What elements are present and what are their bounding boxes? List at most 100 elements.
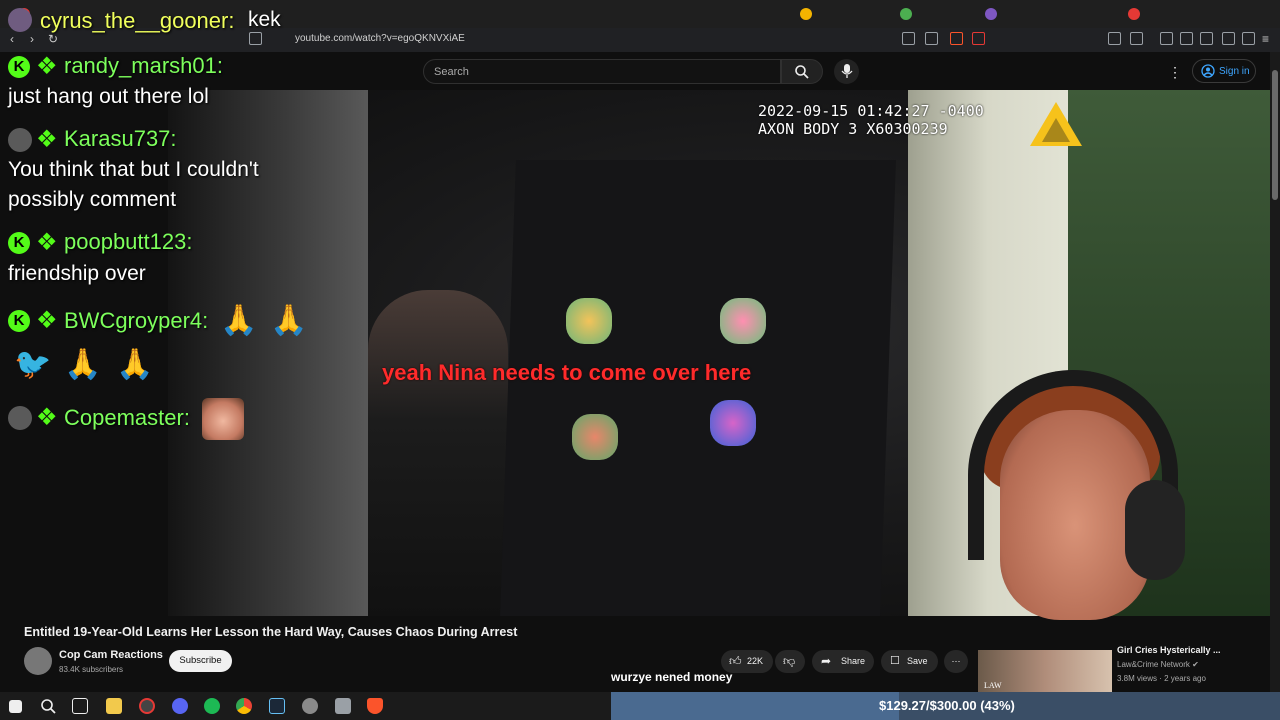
address-bar: ‹ › ↻ youtube.com/watch?v=egoQKNVXiAE ≡ xyxy=(0,28,1280,52)
donation-goal-fill xyxy=(611,692,899,720)
search-taskbar-icon[interactable] xyxy=(40,698,56,714)
bookmark-icon[interactable] xyxy=(249,32,262,45)
chat-message: possibly comment xyxy=(8,188,177,211)
brave-shields-icon[interactable] xyxy=(950,32,963,45)
user-icon xyxy=(1201,64,1215,78)
video-frame-wall xyxy=(168,90,368,616)
overlay-emote xyxy=(710,400,756,446)
donation-goal-text: $129.27/$300.00 (43%) xyxy=(879,698,1015,713)
video-title: Entitled 19-Year-Old Learns Her Lesson t… xyxy=(24,625,518,639)
search-button[interactable] xyxy=(781,59,823,84)
menu-icon[interactable]: ≡ xyxy=(1262,32,1269,46)
voice-search-button[interactable] xyxy=(834,59,859,84)
extensions-icon[interactable] xyxy=(1108,32,1121,45)
save-button[interactable]: ☐ Save xyxy=(881,650,938,673)
scrollbar-thumb[interactable] xyxy=(1272,70,1278,200)
tab-favicon[interactable] xyxy=(800,8,812,20)
page-scrollbar[interactable] xyxy=(1270,52,1280,692)
url-field[interactable]: youtube.com/watch?v=egoQKNVXiAE xyxy=(295,33,465,44)
cast-icon[interactable] xyxy=(902,32,915,45)
recommended-thumbnail[interactable]: LAW xyxy=(978,650,1112,692)
chrome-icon[interactable] xyxy=(236,698,252,714)
back-icon[interactable]: ‹ xyxy=(10,32,14,46)
search-input[interactable]: Search xyxy=(423,59,781,84)
thumbnail-label: LAW xyxy=(984,681,1002,690)
forward-icon[interactable]: › xyxy=(30,32,34,46)
diamond-badge-icon: ❖ xyxy=(36,126,58,153)
tab-favicon[interactable] xyxy=(900,8,912,20)
channel-name[interactable]: Cop Cam Reactions xyxy=(59,649,163,661)
bodycam-device-id: AXON BODY 3 X60300239 xyxy=(758,120,948,138)
steam-icon[interactable] xyxy=(269,698,285,714)
stream-ticker: wurzye nened money xyxy=(611,670,733,684)
chat-message: friendship over xyxy=(8,262,146,285)
donation-goal-bar: $129.27/$300.00 (43%) xyxy=(611,692,1280,720)
mic-icon xyxy=(841,64,853,78)
tab-favicon[interactable] xyxy=(18,8,30,20)
task-view-icon[interactable] xyxy=(72,698,88,714)
recommended-channel: Law&Crime Network ✔ xyxy=(1117,660,1199,669)
app-icon[interactable] xyxy=(335,698,351,714)
subscribe-button[interactable]: Subscribe xyxy=(169,650,232,672)
chat-avatar xyxy=(8,128,32,152)
tab-favicon[interactable] xyxy=(985,8,997,20)
share-button[interactable]: ➦ Share xyxy=(812,650,874,673)
more-vert-icon[interactable]: ⋮ xyxy=(1168,64,1182,81)
more-icon: ⋯ xyxy=(951,656,961,666)
overlay-emote xyxy=(720,298,766,344)
start-icon[interactable] xyxy=(9,700,22,713)
browser-tab-strip xyxy=(0,0,1280,28)
dislike-button[interactable]: 👎︎ xyxy=(775,650,805,673)
channel-avatar[interactable] xyxy=(24,647,52,675)
overlay-emote xyxy=(572,414,618,460)
more-actions-button[interactable]: ⋯ xyxy=(944,650,968,673)
vpn-icon[interactable] xyxy=(1242,32,1255,45)
recommended-channel-name: Law&Crime Network xyxy=(1117,660,1190,669)
recommended-title[interactable]: Girl Cries Hysterically ... xyxy=(1117,645,1221,655)
app-icon[interactable] xyxy=(302,698,318,714)
sign-in-label: Sign in xyxy=(1219,66,1250,77)
sidebar-icon[interactable] xyxy=(1180,32,1193,45)
downloads-icon[interactable] xyxy=(1222,32,1235,45)
kick-badge-icon: K xyxy=(8,232,30,254)
video-frame-person xyxy=(368,290,508,616)
tab-favicon[interactable] xyxy=(1128,8,1140,20)
brave-rewards-icon[interactable] xyxy=(972,32,985,45)
kick-badge-icon: K xyxy=(8,310,30,332)
verified-icon: ✔ xyxy=(1192,660,1199,669)
save-icon: ☐ xyxy=(890,655,900,667)
diamond-badge-icon: ❖ xyxy=(36,307,58,334)
subtitle-caption: yeah Nina needs to come over here xyxy=(382,360,752,385)
save-label: Save xyxy=(907,656,928,666)
spotify-icon[interactable] xyxy=(204,698,220,714)
discord-icon[interactable] xyxy=(172,698,188,714)
overlay-emote xyxy=(566,298,612,344)
axon-logo-icon xyxy=(1030,102,1082,146)
bodycam-datetime: 2022-09-15 01:42:27 -0400 xyxy=(758,102,984,120)
bird-emote-icon: 🐦 xyxy=(14,348,52,381)
reload-icon[interactable]: ↻ xyxy=(48,32,58,46)
chat-username: Karasu737: xyxy=(64,126,177,151)
search-icon xyxy=(795,65,809,79)
streamer-webcam xyxy=(940,370,1270,650)
diamond-badge-icon: ❖ xyxy=(36,404,58,431)
praying-emote-icon: 🙏 xyxy=(64,348,102,381)
file-explorer-icon[interactable] xyxy=(106,698,122,714)
dislike-icon: 👎︎ xyxy=(783,654,796,668)
bodycam-timestamp: 2022-09-15 01:42:27 -0400 AXON BODY 3 X6… xyxy=(758,102,984,138)
share-label: Share xyxy=(841,656,866,666)
praying-emote-icon: 🙏 xyxy=(116,348,154,381)
wallet-icon[interactable] xyxy=(1200,32,1213,45)
video-frame-door xyxy=(500,160,896,616)
share-icon: ➦ xyxy=(821,654,832,668)
screenshot-icon[interactable] xyxy=(1130,32,1143,45)
like-count: 22K xyxy=(747,656,764,666)
brave-icon[interactable] xyxy=(367,698,383,714)
share-page-icon[interactable] xyxy=(925,32,938,45)
obs-icon[interactable] xyxy=(139,698,155,714)
recommended-meta: 3.8M views · 2 years ago xyxy=(1117,674,1206,683)
search-placeholder: Search xyxy=(434,66,469,78)
sign-in-button[interactable]: Sign in xyxy=(1192,59,1256,83)
media-icon[interactable] xyxy=(1160,32,1173,45)
diamond-badge-icon: ❖ xyxy=(36,229,58,256)
